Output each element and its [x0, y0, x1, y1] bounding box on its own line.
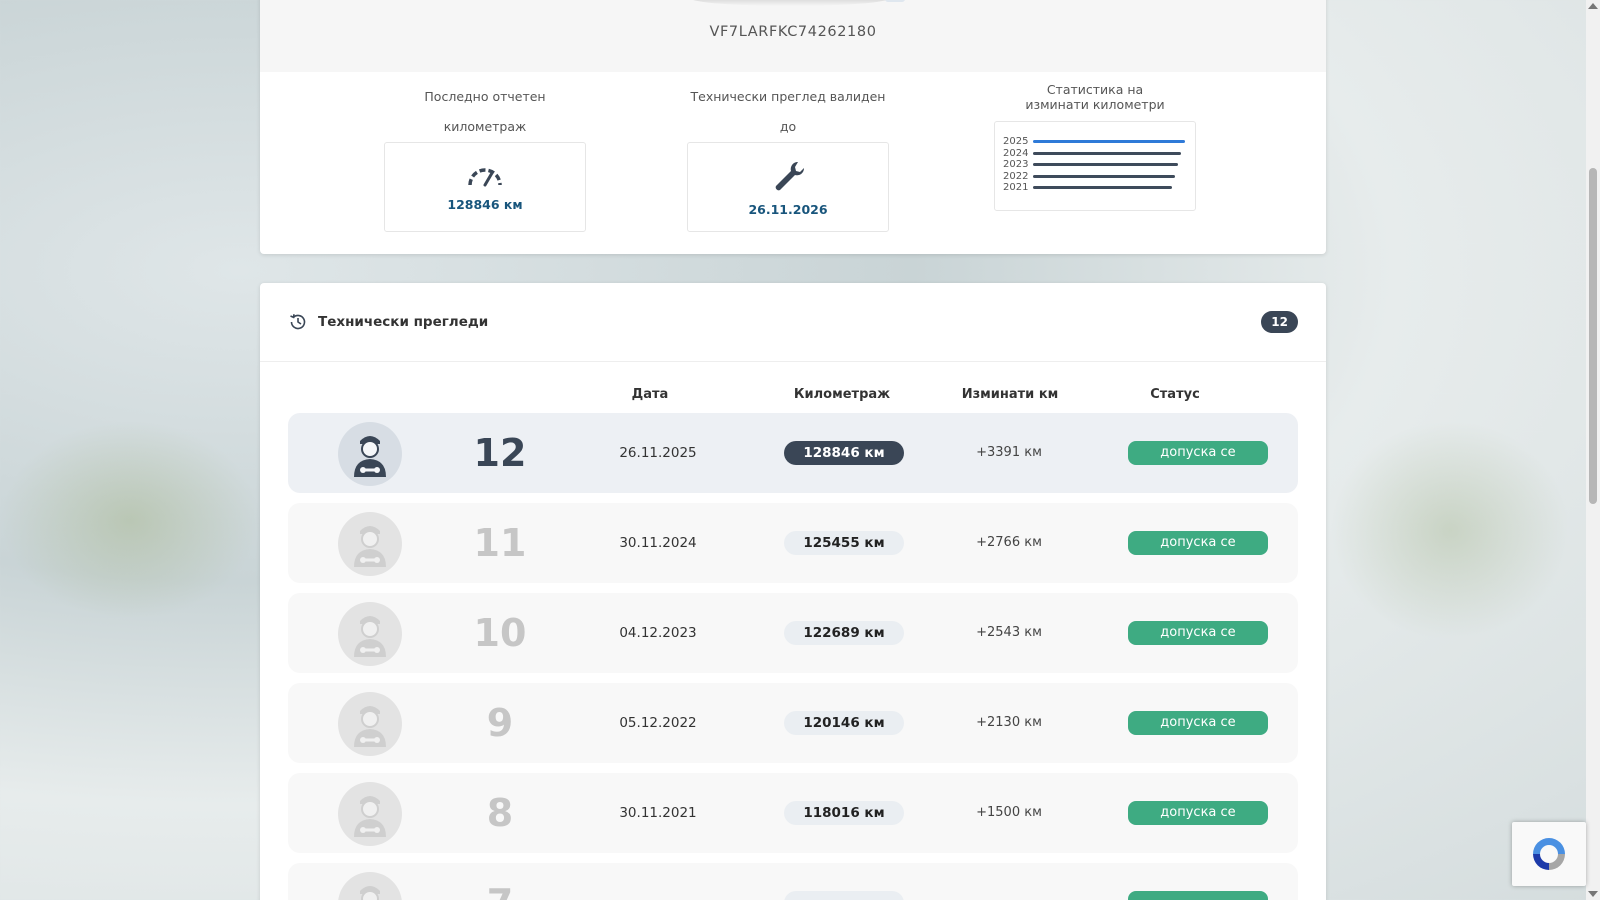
mechanic-avatar-icon [338, 512, 402, 576]
status-badge [1128, 891, 1268, 900]
inspection-number: 8 [486, 791, 514, 835]
chart-bar [1033, 151, 1181, 155]
table-row[interactable]: 9 05.12.2022 120146 км +2130 км допуска се [288, 683, 1298, 763]
inspection-date: 30.11.2021 [619, 805, 697, 821]
table-row[interactable]: 7 [288, 863, 1298, 900]
mileage-chart-label: Статистика на изминати километри [1025, 82, 1165, 112]
traveled-km: +2130 км [976, 715, 1042, 730]
recaptcha-icon [1533, 838, 1565, 870]
inspection-number: 10 [473, 611, 527, 655]
scroll-down-arrow-icon[interactable] [1588, 891, 1598, 897]
traveled-km: +3391 км [976, 445, 1042, 460]
mileage-stat-value: 128846 км [447, 196, 523, 212]
traveled-km: +1500 км [976, 805, 1042, 820]
inspection-stat-box: 26.11.2026 [687, 142, 889, 232]
chart-bar-row: 2025 [1003, 136, 1187, 148]
status-badge: допуска се [1128, 711, 1268, 735]
status-badge: допуска се [1128, 801, 1268, 825]
table-row[interactable]: 10 04.12.2023 122689 км +2543 км допуска се [288, 593, 1298, 673]
background-blur [1330, 420, 1570, 640]
inspection-number: 11 [473, 521, 527, 565]
mileage-chart-stat: Статистика на изминати километри 2025 20… [994, 82, 1196, 211]
status-badge: допуска се [1128, 531, 1268, 555]
inspection-number: 7 [468, 863, 532, 900]
inspection-date: 05.12.2022 [619, 715, 697, 731]
status-badge: допуска се [1128, 621, 1268, 645]
mileage-stat-label: Последно отчетен километраж [424, 89, 546, 134]
mechanic-avatar-icon [338, 692, 402, 756]
inspection-date: 26.11.2025 [619, 445, 697, 461]
history-icon [290, 314, 306, 330]
inspection-date: 30.11.2024 [619, 535, 697, 551]
chart-bar [1033, 186, 1172, 190]
chart-year-label: 2023 [1003, 159, 1029, 171]
scroll-up-arrow-icon[interactable] [1588, 3, 1598, 9]
chart-bar [1033, 174, 1175, 178]
table-row[interactable]: 8 30.11.2021 118016 км +1500 км допуска се [288, 773, 1298, 853]
mileage-pill: 128846 км [784, 441, 904, 465]
mechanic-avatar-icon [338, 422, 402, 486]
image-indicator [885, 0, 905, 2]
vehicle-image [690, 0, 890, 6]
vin-number: VF7LARFKC74262180 [709, 24, 877, 40]
chart-bar-row: 2024 [1003, 148, 1187, 160]
mileage-stat-box: 128846 км [384, 142, 586, 232]
inspection-stat-value: 26.11.2026 [748, 201, 828, 217]
status-badge: допуска се [1128, 441, 1268, 465]
inspections-title: Технически прегледи [318, 314, 489, 330]
inspection-stat: Технически преглед валиден до 26.11.2026 [687, 82, 889, 232]
traveled-km: +2543 км [976, 625, 1042, 640]
column-header-traveled: Изминати км [961, 387, 1059, 402]
mileage-mini-chart[interactable]: 2025 2024 2023 2022 2021 [994, 121, 1196, 211]
inspections-header[interactable]: Технически прегледи 12 [260, 283, 1326, 362]
chart-bar-row: 2023 [1003, 159, 1187, 171]
mileage-pill: 118016 км [784, 801, 904, 825]
background-blur [0, 420, 260, 620]
chart-bar [1033, 163, 1178, 167]
mileage-stat: Последно отчетен километраж 128846 км [384, 82, 586, 232]
chart-bar [1033, 140, 1185, 144]
mileage-pill: 122689 км [784, 621, 904, 645]
inspection-date: 04.12.2023 [619, 625, 697, 641]
mileage-pill [784, 891, 904, 900]
speedometer-icon [468, 167, 502, 186]
recaptcha-badge[interactable] [1512, 822, 1586, 886]
inspections-card: Технически прегледи 12 Дата Километраж И… [260, 283, 1326, 900]
chart-bar-row: 2021 [1003, 182, 1187, 194]
mechanic-avatar-icon [338, 872, 402, 900]
scrollbar-thumb[interactable] [1589, 168, 1597, 504]
chart-year-label: 2025 [1003, 136, 1029, 148]
traveled-km: +2766 км [976, 535, 1042, 550]
inspections-count-badge: 12 [1261, 311, 1298, 333]
column-header-mileage: Километраж [793, 387, 891, 402]
mechanic-avatar-icon [338, 782, 402, 846]
table-row[interactable]: 11 30.11.2024 125455 км +2766 км допуска се [288, 503, 1298, 583]
wrench-icon [775, 161, 805, 190]
chart-bar-row: 2022 [1003, 171, 1187, 183]
table-row[interactable]: 12 26.11.2025 128846 км +3391 км допуска се [288, 413, 1298, 493]
table-header: Дата Километраж Изминати км Статус [260, 387, 1326, 403]
vehicle-summary-card: VF7LARFKC74262180 Последно отчетен килом… [260, 0, 1326, 254]
inspection-stat-label: Технически преглед валиден до [690, 89, 886, 134]
column-header-status: Статус [1150, 387, 1200, 402]
inspection-number: 9 [486, 701, 514, 745]
inspection-number: 12 [473, 431, 527, 475]
chart-year-label: 2021 [1003, 182, 1029, 194]
page-scrollbar[interactable] [1586, 0, 1600, 900]
mileage-pill: 125455 км [784, 531, 904, 555]
mechanic-avatar-icon [338, 602, 402, 666]
chart-year-label: 2022 [1003, 170, 1029, 182]
column-header-date: Дата [631, 387, 669, 402]
chart-year-label: 2024 [1003, 147, 1029, 159]
vehicle-image-area: VF7LARFKC74262180 [260, 0, 1326, 72]
mileage-pill: 120146 км [784, 711, 904, 735]
